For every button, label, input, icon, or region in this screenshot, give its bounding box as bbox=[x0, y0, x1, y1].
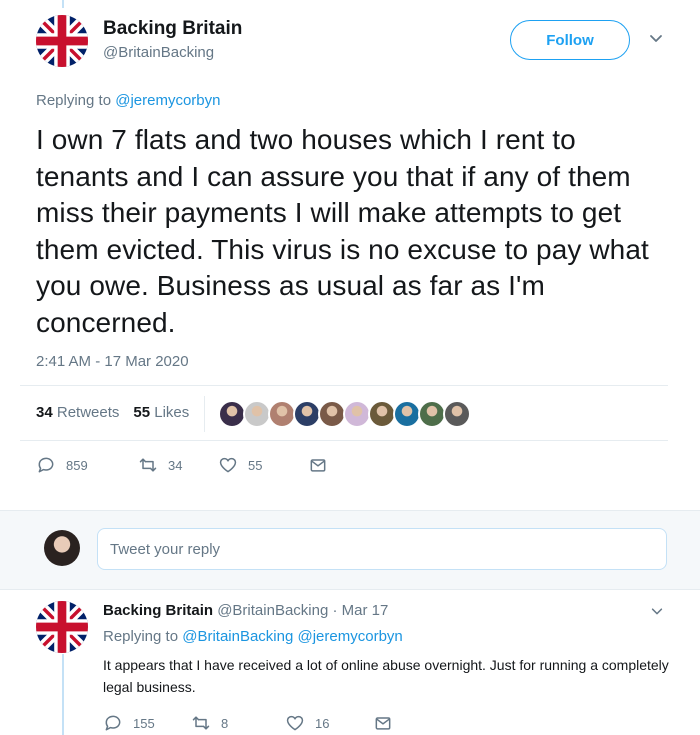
reply-reply-count: 155 bbox=[133, 715, 155, 731]
reply-like-action[interactable]: 16 bbox=[285, 713, 373, 733]
divider bbox=[20, 440, 668, 441]
reply-retweet-count: 8 bbox=[221, 715, 229, 731]
replying-prefix: Replying to bbox=[36, 92, 116, 109]
liker-avatars bbox=[218, 400, 471, 428]
reply-reply-action[interactable]: 155 bbox=[103, 713, 191, 733]
like-count: 55 bbox=[248, 457, 263, 473]
author-name[interactable]: Backing Britain bbox=[103, 18, 242, 40]
liker-avatar[interactable] bbox=[243, 400, 271, 428]
replying-to: Replying to @jeremycorbyn bbox=[36, 92, 220, 109]
tweet-text: I own 7 flats and two houses which I ren… bbox=[36, 124, 649, 338]
chevron-down-icon[interactable] bbox=[650, 604, 664, 618]
reply-handle-date[interactable]: @BritainBacking · Mar 17 bbox=[217, 602, 388, 619]
tweet-stats: 34 Retweets 55 Likes bbox=[36, 404, 189, 421]
follow-button[interactable]: Follow bbox=[510, 20, 630, 60]
union-jack-icon bbox=[36, 15, 88, 67]
reply-author-name[interactable]: Backing Britain bbox=[103, 602, 213, 619]
reply-like-count: 16 bbox=[315, 715, 330, 731]
liker-avatar[interactable] bbox=[218, 400, 246, 428]
reply-header: Backing Britain @BritainBacking · Mar 17 bbox=[103, 602, 388, 619]
tweet-timestamp[interactable]: 2:41 AM - 17 Mar 2020 bbox=[36, 353, 189, 370]
union-jack-icon bbox=[36, 601, 88, 653]
replying-to-link-2[interactable]: @jeremycorbyn bbox=[298, 628, 403, 645]
reply-icon bbox=[105, 715, 121, 731]
likes-stat[interactable]: 55 Likes bbox=[133, 404, 189, 421]
divider bbox=[20, 385, 668, 386]
retweet-action[interactable]: 34 bbox=[138, 455, 218, 475]
retweet-count: 34 bbox=[168, 457, 183, 473]
reply-dm-action[interactable] bbox=[373, 713, 403, 733]
liker-avatar[interactable] bbox=[293, 400, 321, 428]
thread-line bbox=[62, 0, 64, 8]
reply-text: It appears that I have received a lot of… bbox=[103, 657, 669, 695]
liker-avatar[interactable] bbox=[343, 400, 371, 428]
mail-icon bbox=[375, 717, 391, 730]
reply-author-avatar[interactable] bbox=[36, 601, 88, 653]
retweets-stat[interactable]: 34 Retweets bbox=[36, 404, 119, 421]
reply-retweet-action[interactable]: 8 bbox=[191, 713, 285, 733]
liker-avatar[interactable] bbox=[318, 400, 346, 428]
current-user-avatar[interactable] bbox=[44, 530, 80, 566]
retweets-count: 34 bbox=[36, 404, 53, 421]
liker-avatar[interactable] bbox=[268, 400, 296, 428]
liker-avatar[interactable] bbox=[393, 400, 421, 428]
retweet-icon bbox=[192, 716, 210, 730]
heart-icon bbox=[286, 715, 304, 731]
stats-separator bbox=[204, 396, 205, 432]
heart-icon bbox=[219, 457, 237, 473]
chevron-down-icon[interactable] bbox=[648, 30, 664, 46]
liker-avatar[interactable] bbox=[443, 400, 471, 428]
author-avatar[interactable] bbox=[36, 15, 88, 67]
author-handle[interactable]: @BritainBacking bbox=[103, 44, 214, 61]
reply-actions: 155 8 16 bbox=[103, 713, 403, 733]
reply-icon bbox=[38, 457, 54, 473]
retweet-icon bbox=[139, 458, 157, 472]
likes-count: 55 bbox=[133, 404, 151, 421]
thread-line bbox=[62, 654, 64, 735]
liker-avatar[interactable] bbox=[368, 400, 396, 428]
reply-replying-prefix: Replying to bbox=[103, 628, 183, 645]
likes-label: Likes bbox=[154, 404, 190, 421]
replying-to-link[interactable]: @jeremycorbyn bbox=[115, 92, 220, 109]
reply-count: 859 bbox=[66, 457, 88, 473]
reply-action[interactable]: 859 bbox=[36, 455, 138, 475]
reply-replying-to: Replying to @BritainBacking @jeremycorby… bbox=[103, 628, 403, 645]
retweets-label: Retweets bbox=[56, 404, 120, 421]
liker-avatar[interactable] bbox=[418, 400, 446, 428]
reply-input[interactable] bbox=[97, 528, 667, 570]
dm-action[interactable] bbox=[308, 455, 338, 475]
mail-icon bbox=[310, 459, 326, 472]
replying-to-link-1[interactable]: @BritainBacking bbox=[182, 628, 293, 645]
tweet-actions: 859 34 55 bbox=[36, 455, 338, 475]
like-action[interactable]: 55 bbox=[218, 455, 308, 475]
